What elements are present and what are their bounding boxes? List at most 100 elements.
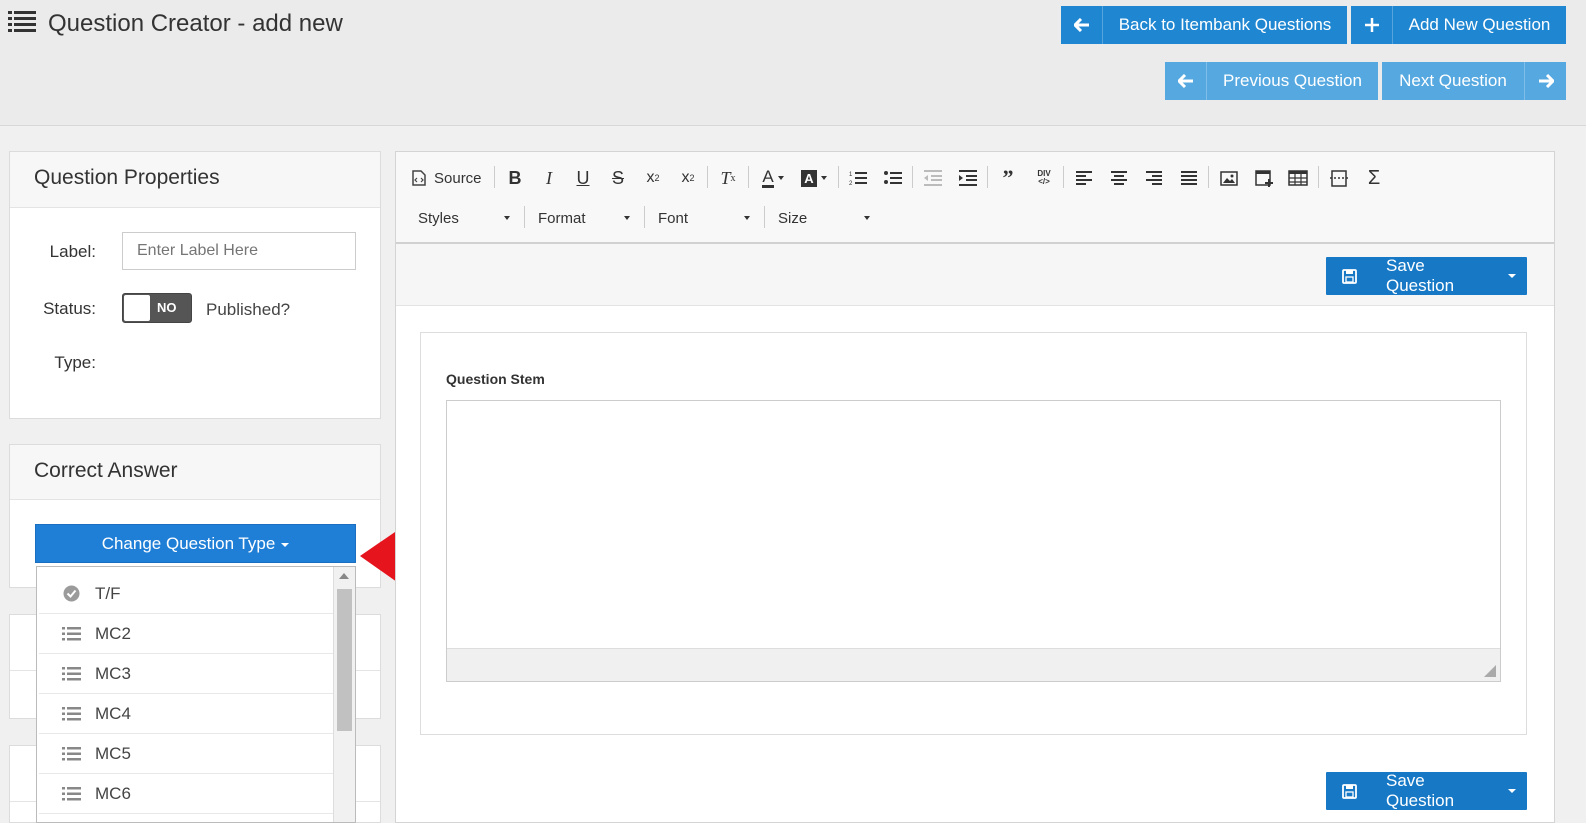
question-type-menu: T/F MC2 MC3 MC4 MC5 MC6 [36,566,356,823]
scroll-thumb[interactable] [337,589,352,731]
menu-item-mc6[interactable]: MC6 [39,774,333,814]
indent-icon[interactable] [957,166,979,190]
label-input[interactable] [122,232,356,270]
div-container-icon[interactable]: DIV </> [1033,166,1055,190]
menu-scrollbar[interactable] [333,567,355,822]
strikethrough-icon[interactable]: S [607,166,629,190]
italic-icon[interactable]: I [538,166,560,190]
menu-item-label: MC4 [95,703,131,723]
add-new-question-button[interactable]: Add New Question [1351,6,1566,44]
svg-text:1: 1 [849,172,853,178]
align-right-icon[interactable] [1143,166,1165,190]
menu-item-mc2[interactable]: MC2 [39,614,333,654]
label-field-label: Label: [49,242,96,261]
menu-item-tf[interactable]: T/F [39,574,333,614]
resize-handle-icon[interactable] [1484,665,1496,677]
font-combo[interactable]: Font [658,206,758,230]
source-button[interactable]: Source [412,166,488,190]
menu-item-label: MC5 [95,743,131,763]
image-icon[interactable] [1218,166,1240,190]
next-question-label: Next Question [1399,71,1507,90]
list-icon [61,746,81,761]
previous-question-button[interactable]: Previous Question [1165,62,1378,100]
subscript-icon[interactable]: x2 [641,166,665,190]
list-icon [61,666,81,681]
change-question-type-label: Change Question Type [101,533,276,553]
menu-item-label: MC6 [95,783,131,803]
floppy-disk-icon [1326,783,1372,799]
align-justify-icon[interactable] [1178,166,1200,190]
list-icon [61,786,81,801]
background-color-icon[interactable]: A [797,166,831,190]
menu-item-mc4[interactable]: MC4 [39,694,333,734]
document-icon [412,170,426,186]
blockquote-icon[interactable]: ” [997,165,1019,190]
align-center-icon[interactable] [1108,166,1130,190]
caret-down-icon [1497,789,1527,793]
plus-icon [1351,6,1393,44]
back-to-itembank-label: Back to Itembank Questions [1118,15,1332,34]
remove-format-icon[interactable]: Tx [716,166,740,190]
arrow-left-icon [1165,62,1207,100]
add-frame-icon[interactable] [1253,166,1275,190]
save-question-button-bottom[interactable]: Save Question [1326,771,1527,810]
editor-status-bar [447,648,1500,681]
size-combo[interactable]: Size [778,206,878,230]
scroll-up-icon[interactable] [339,573,349,579]
question-editor: Source B I U S x2 x2 Tx A A 12 ” DIV</> [395,151,1555,823]
status-field-label: Status: [43,299,96,318]
type-field-label: Type: [54,353,96,372]
caret-down-icon [1497,274,1527,278]
source-label: Source [434,169,482,187]
text-color-icon[interactable]: A [757,166,789,190]
table-icon[interactable] [1287,166,1309,190]
toggle-knob [124,295,150,321]
question-properties-panel: Question Properties Label: Status: NO Pu… [9,151,381,419]
list-icon [61,626,81,641]
check-circle-icon [61,585,81,602]
toggle-text: NO [157,300,177,315]
previous-question-label: Previous Question [1223,71,1362,90]
menu-item-mc5[interactable]: MC5 [39,734,333,774]
format-combo[interactable]: Format [538,206,638,230]
question-stem-card: Question Stem [420,332,1527,735]
math-formula-icon[interactable]: Σ [1363,166,1385,190]
correct-answer-heading: Correct Answer [10,445,380,500]
question-stem-editor[interactable] [446,400,1501,682]
change-question-type-button[interactable]: Change Question Type [35,524,356,563]
superscript-icon[interactable]: x2 [676,166,700,190]
bulleted-list-icon[interactable] [882,166,904,190]
size-combo-label: Size [778,209,808,227]
question-properties-heading: Question Properties [10,152,380,208]
menu-item-mc3[interactable]: MC3 [39,654,333,694]
list-icon [61,706,81,721]
styles-combo[interactable]: Styles [418,206,518,230]
floppy-disk-icon [1326,268,1372,284]
header-bar: Question Creator - add new Back to Itemb… [0,0,1586,126]
save-question-button-top[interactable]: Save Question [1326,256,1527,295]
next-question-button[interactable]: Next Question [1382,62,1566,100]
published-toggle[interactable]: NO [122,293,192,323]
font-combo-label: Font [658,209,689,227]
align-left-icon[interactable] [1073,166,1095,190]
list-icon [8,11,36,32]
save-question-label: Save Question [1386,771,1455,810]
question-stem-label: Question Stem [446,371,545,387]
styles-combo-label: Styles [418,209,459,227]
svg-text:2: 2 [849,181,853,186]
caret-down-icon [281,542,290,547]
save-bar: Save Question [396,244,1554,306]
bold-icon[interactable]: B [504,166,526,190]
arrow-right-icon [1524,62,1566,100]
page-break-icon[interactable] [1328,166,1350,190]
question-type-options: T/F MC2 MC3 MC4 MC5 MC6 [39,574,333,814]
underline-icon[interactable]: U [572,166,594,190]
page-title: Question Creator - add new [48,10,343,37]
add-new-question-label: Add New Question [1408,15,1551,34]
outdent-icon[interactable] [922,166,944,190]
editor-toolbar: Source B I U S x2 x2 Tx A A 12 ” DIV</> [396,152,1554,244]
back-to-itembank-button[interactable]: Back to Itembank Questions [1061,6,1347,44]
menu-item-label: T/F [95,583,121,603]
save-question-label: Save Question [1386,256,1455,295]
numbered-list-icon[interactable]: 12 [847,166,869,190]
